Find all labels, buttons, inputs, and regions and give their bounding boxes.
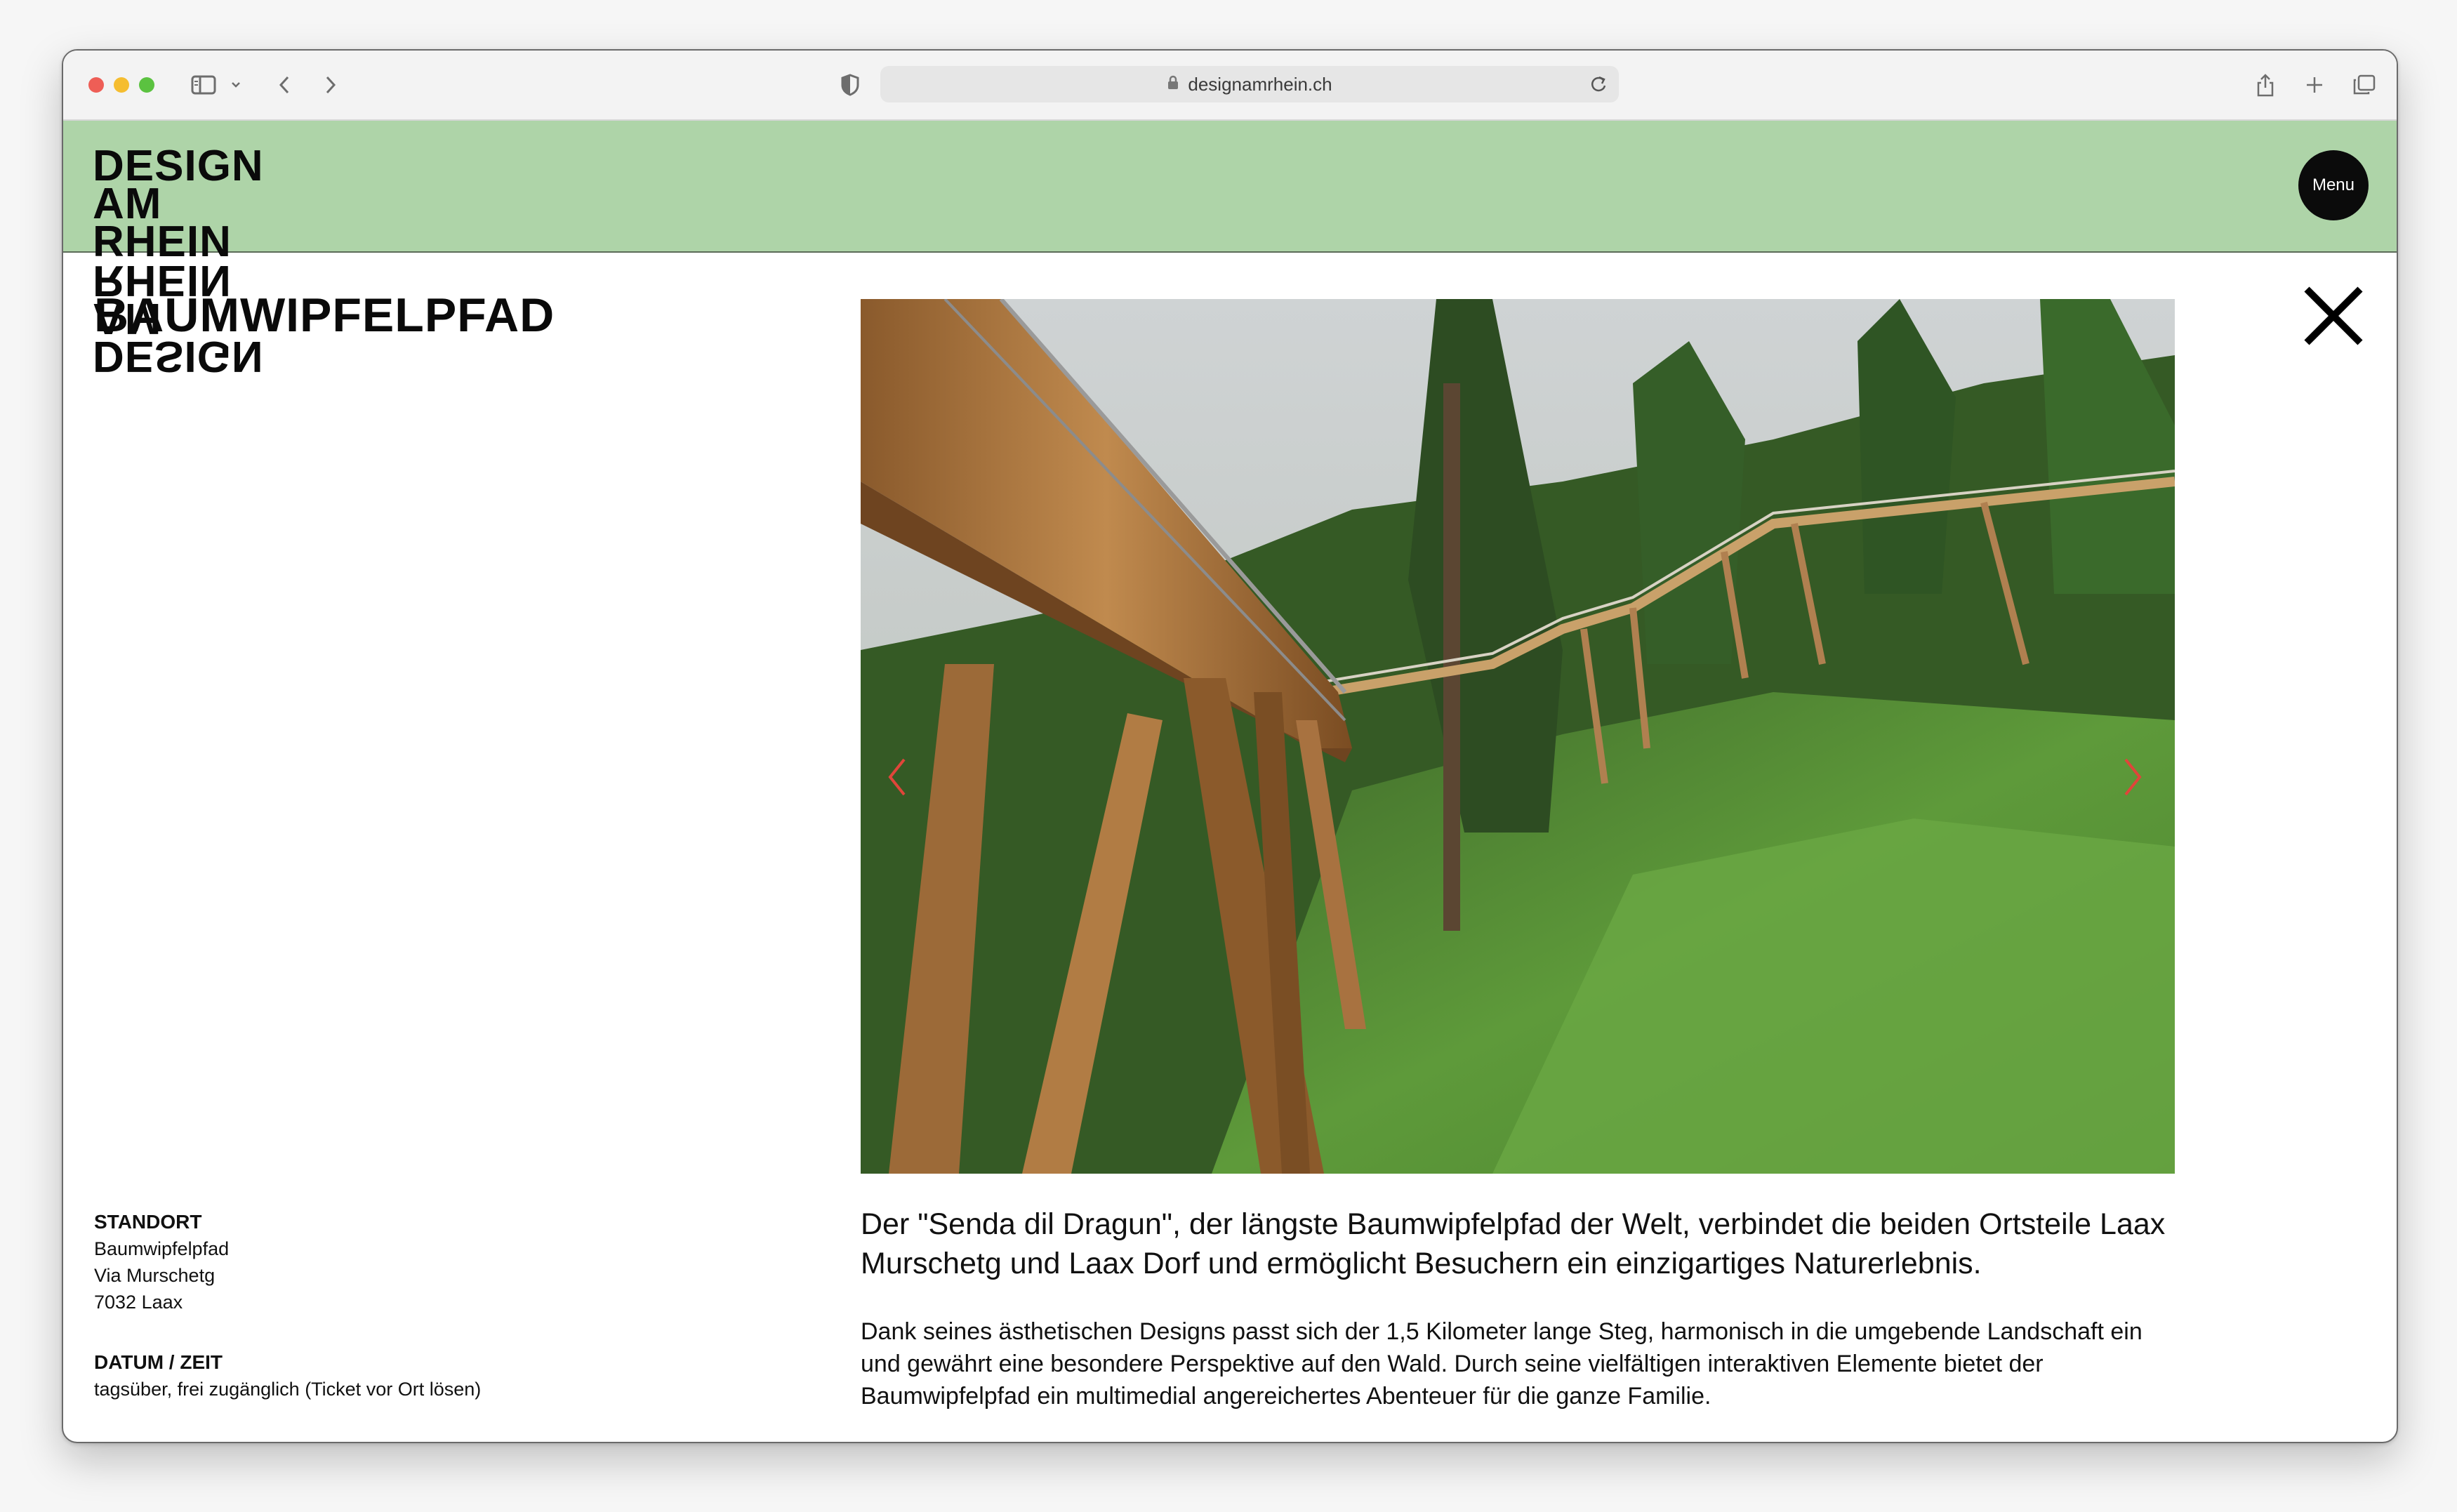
standort-block: STANDORT Baumwipfelpfad Via Murschetg 70… (94, 1209, 585, 1315)
datum-value: tagsüber, frei zugänglich (Ticket vor Or… (94, 1379, 482, 1400)
shield-icon[interactable] (838, 70, 862, 100)
close-icon[interactable] (2300, 282, 2367, 350)
datum-block: DATUM / ZEIT tagsüber, frei zugänglich (… (94, 1349, 585, 1402)
share-icon[interactable] (2253, 70, 2277, 100)
tabs-overview-icon[interactable] (2350, 70, 2377, 100)
project-photo (861, 299, 2175, 1174)
url-text: designamrhein.ch (1188, 73, 1332, 95)
datum-label: DATUM / ZEIT (94, 1351, 223, 1373)
standort-line: 7032 Laax (94, 1292, 183, 1313)
standort-line: Baumwipfelpfad (94, 1238, 230, 1259)
chevron-down-icon[interactable] (229, 70, 243, 100)
zoom-window-button[interactable] (139, 77, 154, 93)
lock-icon (1167, 75, 1179, 94)
reload-icon[interactable] (1589, 74, 1608, 98)
address-bar[interactable]: designamrhein.ch (880, 66, 1619, 102)
close-window-button[interactable] (88, 77, 104, 93)
carousel-prev-button[interactable] (883, 752, 911, 802)
site-header: DESIGN AM RHEIN DESIGN AM RHEIN Menu (63, 121, 2397, 380)
sidebar-icon[interactable] (190, 70, 218, 100)
page-title: BAUMWIPFELPFAD (94, 289, 555, 342)
browser-toolbar: designamrhein.ch (63, 51, 2397, 121)
arrow-left-icon (888, 758, 906, 796)
back-icon[interactable] (274, 70, 295, 100)
menu-button[interactable]: Menu (2298, 150, 2369, 220)
standort-line: Via Murschetg (94, 1265, 216, 1286)
lead-paragraph: Der "Senda dil Dragun", der längste Baum… (861, 1207, 2166, 1280)
forward-icon[interactable] (320, 70, 341, 100)
minimize-window-button[interactable] (114, 77, 129, 93)
arrow-right-icon (2124, 758, 2142, 796)
carousel-next-button[interactable] (2119, 752, 2147, 802)
standort-label: STANDORT (94, 1211, 202, 1233)
logo-line: DESIGN AM RHEIN (93, 142, 264, 266)
new-tab-icon[interactable] (2303, 70, 2326, 100)
browser-window: designamrhein.ch DESIGN AM RHEIN DESIGN … (62, 49, 2398, 1443)
body-paragraph: Dank seines ästhetischen Designs passt s… (861, 1318, 2143, 1410)
